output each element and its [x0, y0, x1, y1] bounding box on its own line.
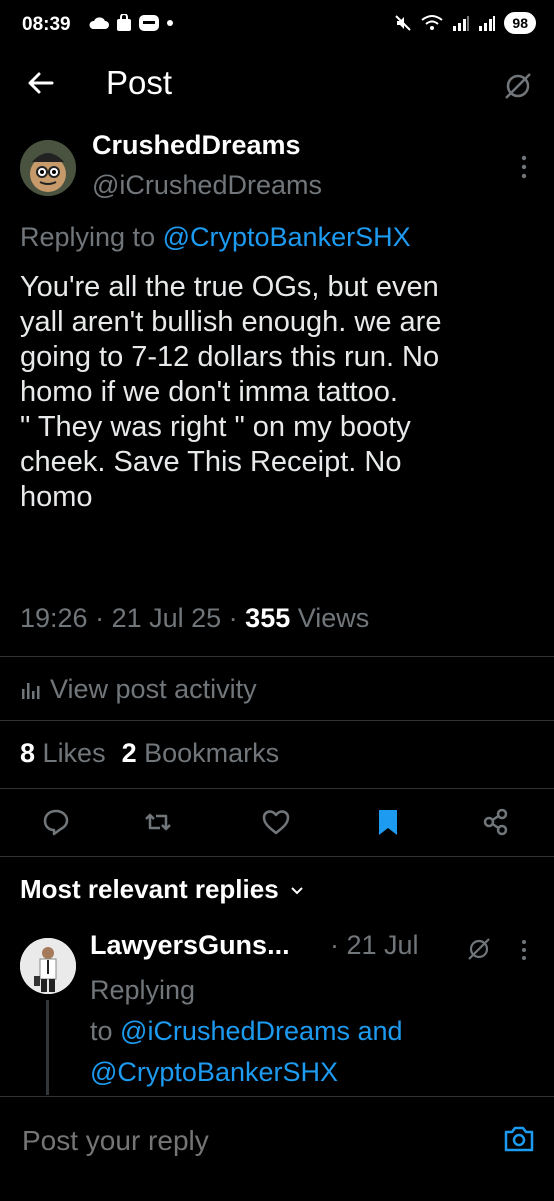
like-icon	[262, 810, 290, 835]
status-time: 08:39	[22, 14, 71, 35]
post-meta: 19:26 · 21 Jul 25 · 355 Views	[20, 603, 370, 633]
shopping-bag-icon	[117, 14, 131, 31]
reply-more-button[interactable]	[514, 936, 534, 964]
replies-header-label: Most relevant replies	[20, 874, 279, 904]
thread-line	[46, 1000, 49, 1095]
like-button[interactable]	[260, 806, 292, 838]
views-count: 355	[245, 603, 291, 633]
cloud-icon	[89, 17, 109, 29]
grok-icon	[468, 938, 490, 960]
status-left-icons	[88, 14, 174, 32]
chevron-down-icon	[290, 886, 303, 894]
post-date: 21 Jul 25	[111, 603, 222, 633]
repost-icon	[145, 813, 171, 831]
author-name[interactable]: CrushedDreams	[92, 130, 301, 161]
camera-button[interactable]	[502, 1122, 536, 1156]
more-vertical-icon	[521, 155, 527, 179]
reply-input[interactable]	[20, 1124, 464, 1158]
reply-time: · 21 Jul	[330, 930, 419, 960]
divider	[0, 788, 554, 789]
likes-label: Likes	[42, 738, 106, 768]
reply-icon	[43, 809, 69, 836]
reply-mention-1[interactable]: @iCrushedDreams	[120, 1016, 350, 1046]
arrow-left-icon	[28, 72, 54, 94]
more-vertical-icon	[522, 940, 526, 960]
back-button[interactable]	[26, 68, 56, 98]
reply-mention-and: and	[350, 1016, 403, 1046]
reply-time-value: 21 Jul	[346, 930, 419, 960]
reply-button[interactable]	[40, 806, 72, 838]
reply-replying-to: Replying to @iCrushedDreams and @CryptoB…	[90, 970, 510, 1093]
reply-avatar-image	[20, 938, 76, 994]
avatar-image	[20, 140, 76, 196]
mute-icon	[395, 15, 412, 31]
signal-icon	[453, 16, 470, 31]
more-options-button[interactable]	[514, 152, 534, 182]
app-badge-icon	[139, 15, 159, 31]
share-icon	[483, 808, 508, 836]
wifi-6e-icon	[421, 15, 444, 30]
replies-sort-toggle[interactable]: Most relevant replies	[20, 874, 305, 905]
bookmarks-stat[interactable]: 2 Bookmarks	[122, 738, 280, 769]
grok-icon	[505, 73, 531, 99]
action-bar	[0, 800, 554, 844]
divider	[0, 856, 554, 857]
post-text: You're all the true OGs, but even yall a…	[20, 271, 442, 513]
battery-level: 98	[504, 12, 536, 34]
divider	[0, 656, 554, 657]
view-post-activity[interactable]: View post activity	[20, 674, 257, 705]
status-right: 98	[394, 12, 536, 34]
post-time: 19:26	[20, 603, 88, 633]
activity-label: View post activity	[50, 674, 257, 704]
reply-replying-prefix: Replying	[90, 975, 196, 1005]
bookmark-button[interactable]	[372, 806, 404, 838]
replying-to: Replying to @CryptoBankerSHX	[20, 222, 411, 253]
post-stats: 8 Likes 2 Bookmarks	[20, 738, 279, 769]
page-title: Post	[106, 64, 173, 101]
signal-r-icon	[479, 16, 496, 31]
reply-avatar[interactable]	[20, 938, 76, 994]
replying-prefix: Replying to	[20, 222, 163, 252]
likes-count: 8	[20, 738, 36, 768]
dot-icon	[167, 20, 173, 26]
likes-stat[interactable]: 8 Likes	[20, 738, 106, 769]
replying-to-link[interactable]: @CryptoBankerSHX	[163, 222, 411, 252]
author-handle[interactable]: @iCrushedDreams	[92, 170, 322, 201]
repost-button[interactable]	[142, 806, 174, 838]
grok-button[interactable]	[502, 70, 534, 102]
bookmarks-count: 2	[121, 738, 137, 768]
analytics-icon	[22, 682, 40, 699]
camera-icon	[504, 1126, 534, 1152]
divider	[0, 720, 554, 721]
reply-mention-2[interactable]: @CryptoBankerSHX	[90, 1052, 510, 1093]
reply-author-name[interactable]: LawyersGuns...	[90, 930, 290, 961]
reply-to-prefix: to	[90, 1016, 121, 1046]
bookmarks-label: Bookmarks	[144, 738, 280, 768]
bookmark-icon	[379, 810, 397, 835]
share-button[interactable]	[480, 806, 512, 838]
author-avatar[interactable]	[20, 140, 76, 196]
views-label: Views	[297, 603, 370, 633]
reply-grok-button[interactable]	[466, 936, 492, 962]
